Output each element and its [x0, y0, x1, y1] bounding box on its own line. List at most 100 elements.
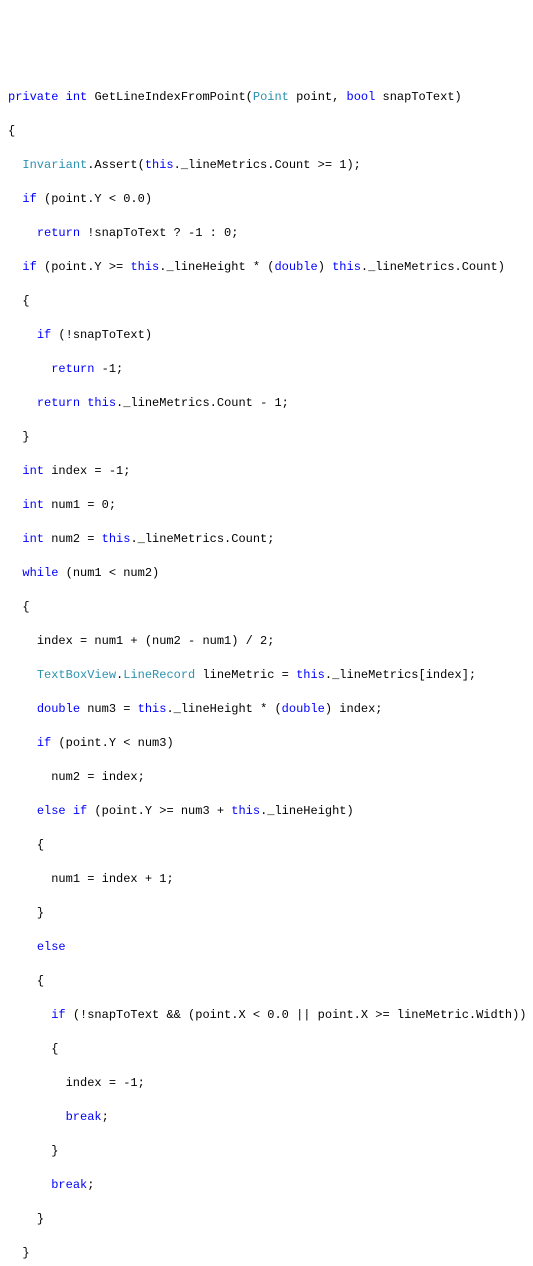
- indent: [8, 668, 37, 682]
- text: lineMetric =: [195, 668, 296, 682]
- brace: {: [51, 1042, 58, 1056]
- text: ;: [102, 1110, 109, 1124]
- code-line: break;: [8, 1177, 525, 1194]
- indent: [8, 1110, 66, 1124]
- keyword-return: return: [51, 362, 94, 376]
- indent: [8, 362, 51, 376]
- indent: [8, 566, 22, 580]
- brace: }: [37, 906, 44, 920]
- code-line: index = num1 + (num2 - num1) / 2;: [8, 633, 525, 650]
- keyword-int: int: [22, 498, 44, 512]
- code-line: if (point.Y >= this._lineHeight * (doubl…: [8, 259, 525, 276]
- indent: [8, 634, 37, 648]
- indent: [8, 430, 22, 444]
- code-line: if (point.Y < 0.0): [8, 191, 525, 208]
- text: index = -1;: [44, 464, 130, 478]
- keyword-return: return: [37, 226, 80, 240]
- keyword-break: break: [51, 1178, 87, 1192]
- text: ._lineMetrics.Count >= 1);: [174, 158, 361, 172]
- brace: {: [37, 838, 44, 852]
- keyword-int: int: [22, 532, 44, 546]
- keyword-private: private: [8, 90, 58, 104]
- code-block: private int GetLineIndexFromPoint(Point …: [8, 72, 525, 1266]
- code-line: private int GetLineIndexFromPoint(Point …: [8, 89, 525, 106]
- code-line: }: [8, 1245, 525, 1262]
- text: index = -1;: [66, 1076, 145, 1090]
- text: (num1 < num2): [58, 566, 159, 580]
- code-line: {: [8, 973, 525, 990]
- indent: [8, 974, 37, 988]
- keyword-else: else: [37, 940, 66, 954]
- brace: }: [51, 1144, 58, 1158]
- text: ._lineMetrics.Count - 1;: [116, 396, 289, 410]
- code-line: int num1 = 0;: [8, 497, 525, 514]
- indent: [8, 1076, 66, 1090]
- indent: [8, 906, 37, 920]
- code-line: {: [8, 293, 525, 310]
- indent: [8, 396, 37, 410]
- method-name: GetLineIndexFromPoint: [94, 90, 245, 104]
- keyword-this: this: [87, 396, 116, 410]
- keyword-if: if: [22, 192, 36, 206]
- keyword-this: this: [296, 668, 325, 682]
- type-invariant: Invariant: [22, 158, 87, 172]
- text: num1 = 0;: [44, 498, 116, 512]
- code-line: TextBoxView.LineRecord lineMetric = this…: [8, 667, 525, 684]
- keyword-bool: bool: [347, 90, 376, 104]
- indent: [8, 226, 37, 240]
- code-line: }: [8, 1211, 525, 1228]
- type-textboxview: TextBoxView: [37, 668, 116, 682]
- text: (!snapToText): [51, 328, 152, 342]
- code-line: else if (point.Y >= num3 + this._lineHei…: [8, 803, 525, 820]
- code-line: else: [8, 939, 525, 956]
- indent: [8, 1144, 51, 1158]
- indent: [8, 872, 51, 886]
- brace: {: [22, 294, 29, 308]
- indent: [8, 1042, 51, 1056]
- keyword-if: if: [51, 1008, 65, 1022]
- text: ._lineMetrics.Count): [361, 260, 505, 274]
- keyword-this: this: [332, 260, 361, 274]
- keyword-double: double: [282, 702, 325, 716]
- code-line: }: [8, 429, 525, 446]
- brace: {: [22, 600, 29, 614]
- indent: [8, 294, 22, 308]
- indent: [8, 1008, 51, 1022]
- brace: }: [22, 1246, 29, 1260]
- keyword-int: int: [66, 90, 88, 104]
- keyword-if: if: [37, 736, 51, 750]
- indent: [8, 736, 37, 750]
- keyword-this: this: [145, 158, 174, 172]
- text: (point.Y >=: [37, 260, 131, 274]
- paren: (: [246, 90, 253, 104]
- code-line: {: [8, 837, 525, 854]
- indent: [8, 804, 37, 818]
- code-line: num1 = index + 1;: [8, 871, 525, 888]
- code-line: Invariant.Assert(this._lineMetrics.Count…: [8, 157, 525, 174]
- indent: [8, 770, 51, 784]
- keyword-while: while: [22, 566, 58, 580]
- indent: [8, 464, 22, 478]
- keyword-this: this: [102, 532, 131, 546]
- text: num1 = index + 1;: [51, 872, 173, 886]
- indent: [8, 498, 22, 512]
- keyword-int: int: [22, 464, 44, 478]
- param: point,: [289, 90, 347, 104]
- indent: [8, 838, 37, 852]
- keyword-this: this: [138, 702, 167, 716]
- text: ._lineHeight * (: [166, 702, 281, 716]
- keyword-this: this: [130, 260, 159, 274]
- indent: [8, 260, 22, 274]
- type-point: Point: [253, 90, 289, 104]
- text: num3 =: [80, 702, 138, 716]
- keyword-if: if: [22, 260, 36, 274]
- keyword-if: if: [37, 328, 51, 342]
- text: num2 = index;: [51, 770, 145, 784]
- text: [66, 804, 73, 818]
- text: (point.Y < 0.0): [37, 192, 152, 206]
- text: .Assert(: [87, 158, 145, 172]
- keyword-return: return: [37, 396, 80, 410]
- code-line: return this._lineMetrics.Count - 1;: [8, 395, 525, 412]
- indent: [8, 940, 37, 954]
- code-line: index = -1;: [8, 1075, 525, 1092]
